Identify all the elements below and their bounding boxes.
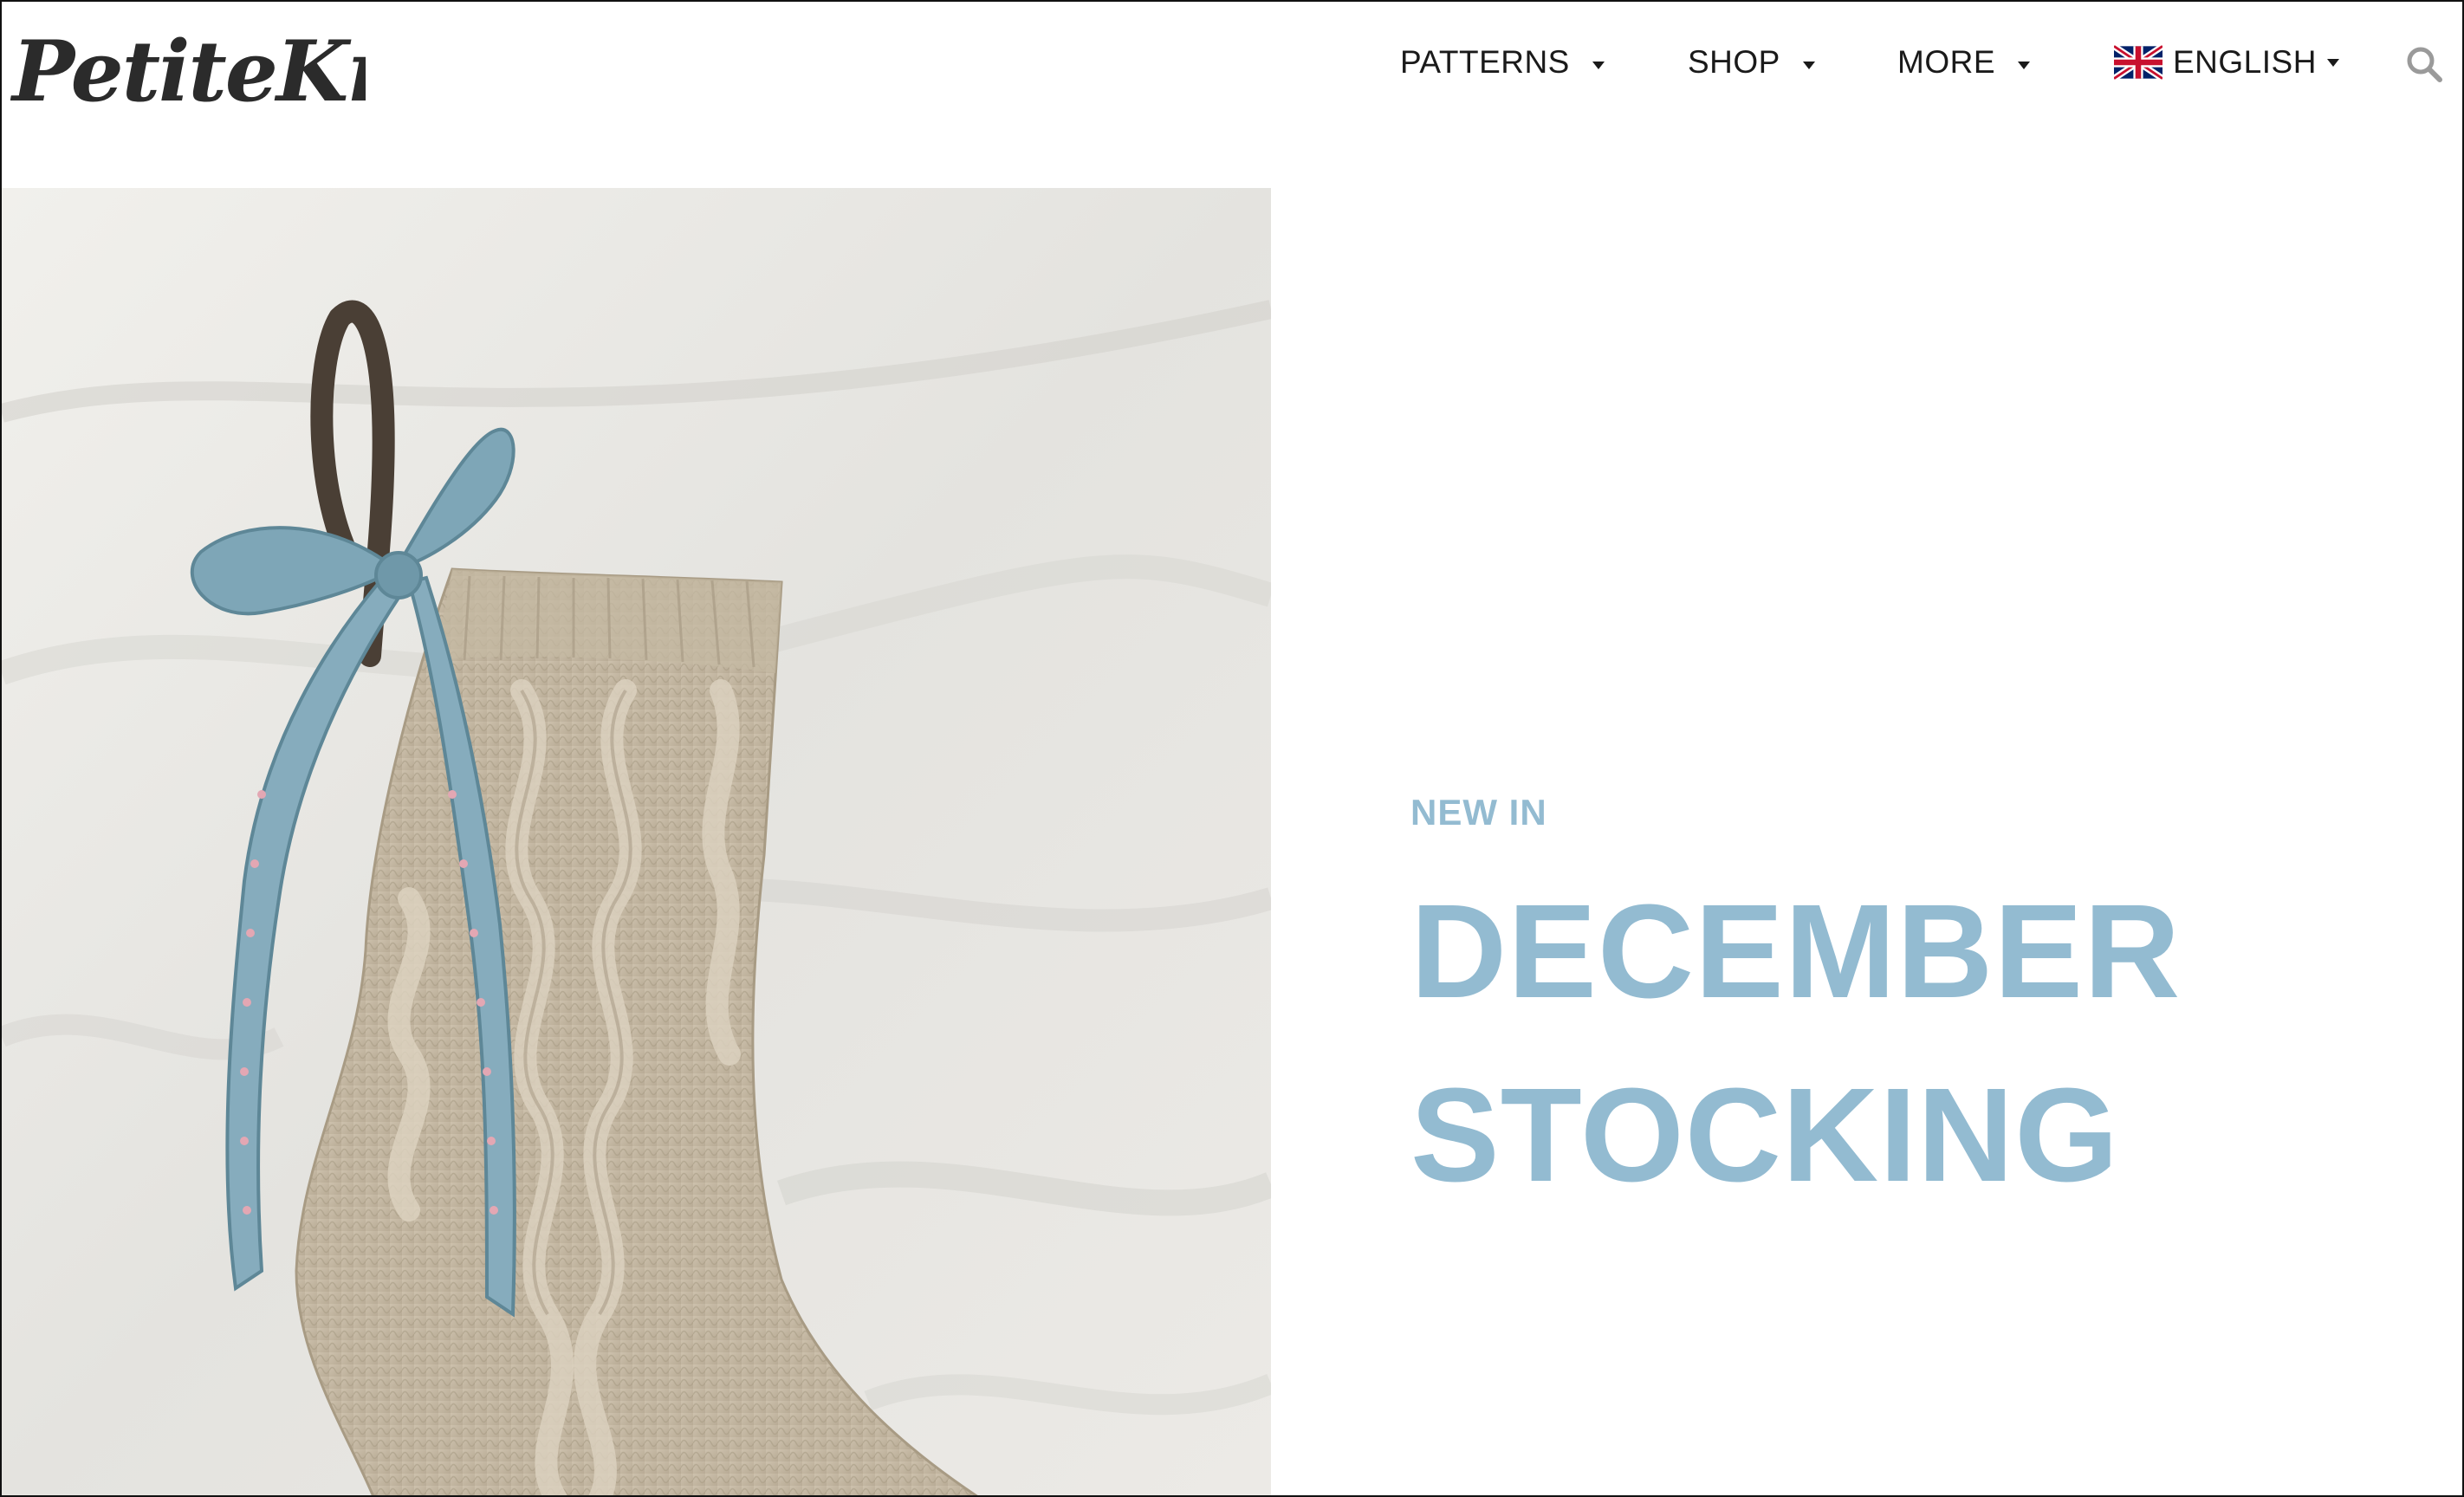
hero-title-line-2: STOCKING [1410, 1060, 2120, 1209]
hero-text-block[interactable]: NEW IN DECEMBER STOCKING [1410, 792, 2363, 1227]
language-label: ENGLISH [2173, 44, 2317, 80]
chevron-down-icon [1592, 61, 1605, 69]
hero-title-line-1: DECEMBER [1410, 877, 2182, 1026]
nav-shop-label: SHOP [1688, 44, 1780, 80]
hero-image[interactable] [2, 188, 1271, 1495]
nav-shop[interactable]: SHOP [1688, 42, 1815, 83]
uk-flag-icon [2114, 45, 2162, 80]
language-selector[interactable]: ENGLISH [2114, 42, 2339, 83]
site-header: PetiteKnit PATTERNS SHOP MORE ENGLISH [2, 2, 2462, 132]
chevron-down-icon [1802, 61, 1815, 69]
hero-eyebrow: NEW IN [1410, 792, 1547, 833]
chevron-down-icon [2326, 58, 2339, 67]
logo[interactable]: PetiteKnit [10, 14, 366, 126]
nav-more-label: MORE [1897, 44, 1995, 80]
browser-page: PetiteKnit PATTERNS SHOP MORE ENGLISH [0, 0, 2464, 1497]
nav-more[interactable]: MORE [1897, 42, 2030, 83]
logo-text: PetiteKnit [10, 23, 366, 120]
nav-patterns-label: PATTERNS [1400, 44, 1570, 80]
knitted-stocking-photo [2, 188, 1271, 1495]
chevron-down-icon [2018, 61, 2030, 69]
nav-patterns[interactable]: PATTERNS [1400, 42, 1605, 83]
search-icon[interactable] [2405, 45, 2443, 83]
hero-title: DECEMBER STOCKING [1410, 859, 2363, 1227]
